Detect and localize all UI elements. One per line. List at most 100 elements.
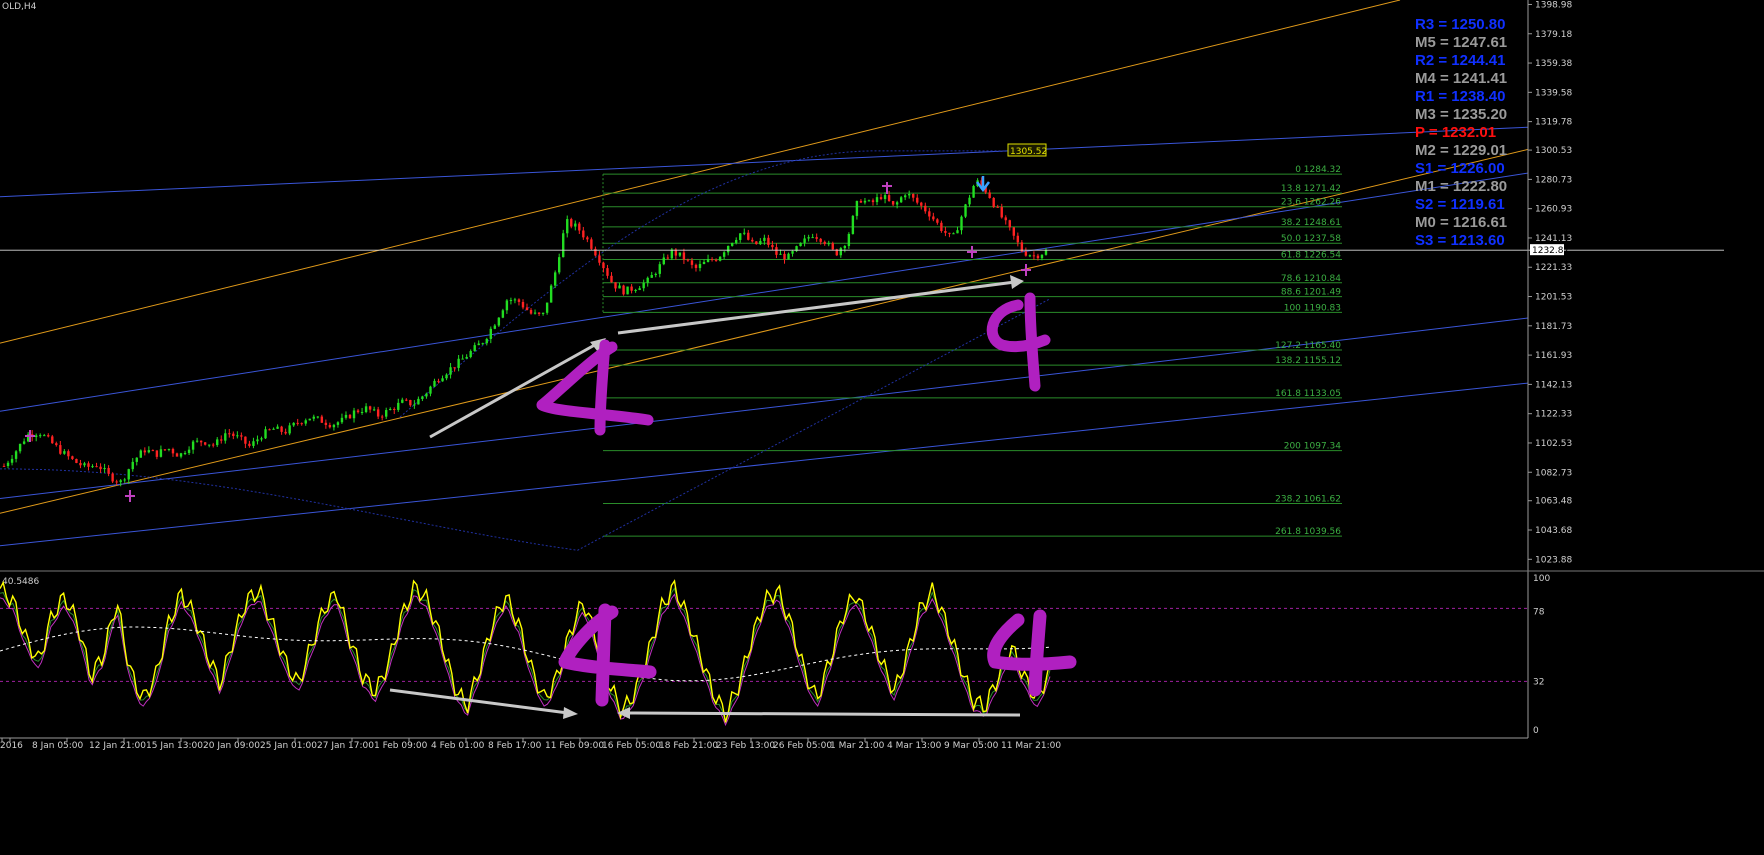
- candle: [606, 268, 609, 276]
- candle: [562, 233, 565, 258]
- candle: [908, 194, 911, 196]
- chart-background: [0, 0, 1764, 851]
- candle: [481, 343, 484, 345]
- candle: [268, 429, 271, 431]
- pivot-label: M2 = 1229.01: [1415, 142, 1507, 159]
- candle: [839, 248, 843, 256]
- candle: [187, 449, 191, 453]
- candle: [429, 386, 432, 394]
- candle: [598, 255, 601, 263]
- candle: [203, 442, 207, 445]
- candle: [115, 481, 118, 483]
- candle: [389, 408, 392, 411]
- candle: [557, 257, 561, 273]
- candle: [63, 451, 66, 454]
- candle: [87, 463, 90, 467]
- candle: [996, 206, 999, 208]
- candle: [815, 237, 818, 239]
- fib-label: 0 1284.32: [1295, 165, 1341, 175]
- candle: [103, 467, 106, 470]
- fib-label: 38.2 1248.61: [1281, 218, 1341, 228]
- candle: [1028, 255, 1032, 257]
- price-tick-label: 1379.18: [1535, 30, 1572, 40]
- candle: [529, 309, 533, 314]
- candle: [827, 243, 830, 245]
- price-tick-label: 1122.33: [1535, 410, 1572, 420]
- candle: [928, 211, 931, 217]
- candle: [453, 367, 456, 369]
- pivot-label: M3 = 1235.20: [1415, 106, 1507, 123]
- candle: [469, 351, 472, 357]
- candle: [248, 443, 251, 446]
- candle: [590, 239, 593, 249]
- candle: [875, 197, 879, 203]
- candle: [493, 325, 497, 329]
- trading-chart[interactable]: OLD,H4 0 1284.32 13.8 1271.42 23.6 1262.26…: [0, 0, 1764, 851]
- fib-label: 23.6 1262.26: [1281, 198, 1341, 208]
- candle: [216, 439, 219, 446]
- candle: [18, 443, 22, 452]
- candle: [195, 440, 199, 442]
- candle: [401, 399, 404, 403]
- candle: [847, 233, 851, 246]
- candle: [151, 450, 155, 452]
- candle: [324, 422, 328, 426]
- candle: [622, 285, 625, 295]
- candle: [75, 458, 78, 463]
- time-tick-label: 4 Feb 01:00: [431, 741, 485, 751]
- chart-root: OLD,H4 0 1284.32 13.8 1271.42 23.6 1262.26…: [0, 0, 1764, 851]
- candle: [409, 399, 412, 406]
- candle: [284, 431, 287, 434]
- candle: [871, 200, 875, 203]
- candle: [879, 197, 883, 200]
- time-tick-label: 15 Jan 13:00: [146, 741, 203, 751]
- candle: [43, 435, 46, 437]
- price-tick-label: 1339.58: [1535, 88, 1572, 98]
- candle: [417, 398, 420, 405]
- fib-label: 261.8 1039.56: [1275, 527, 1341, 537]
- candle: [332, 424, 336, 428]
- pivot-label: S2 = 1219.61: [1415, 196, 1505, 213]
- candle: [51, 436, 54, 444]
- candle: [662, 257, 665, 265]
- candle: [497, 317, 501, 326]
- candle: [513, 299, 517, 301]
- price-tick-label: 1161.93: [1535, 351, 1572, 361]
- candle: [10, 458, 14, 463]
- candle: [22, 441, 26, 444]
- candle: [413, 404, 416, 406]
- candle: [936, 219, 939, 223]
- candle: [135, 457, 138, 462]
- candle: [855, 200, 859, 216]
- candle: [726, 245, 730, 253]
- candle: [352, 410, 356, 419]
- candle: [139, 450, 142, 458]
- candle: [988, 192, 991, 199]
- candle: [2, 465, 6, 467]
- candle: [256, 439, 259, 442]
- candle: [264, 429, 267, 439]
- price-tick-label: 1221.33: [1535, 263, 1572, 273]
- candle: [437, 380, 440, 382]
- candle: [505, 300, 509, 311]
- candle: [59, 445, 62, 454]
- candle: [441, 378, 444, 382]
- fib-label: 50.0 1237.58: [1281, 234, 1341, 244]
- candle: [521, 301, 525, 308]
- candle: [47, 435, 50, 437]
- candle: [212, 444, 215, 446]
- candle: [171, 448, 175, 454]
- candle: [489, 328, 493, 339]
- price-tick-label: 1300.53: [1535, 146, 1572, 156]
- price-tick-label: 1102.53: [1535, 439, 1572, 449]
- candle: [260, 438, 263, 440]
- candle: [566, 219, 569, 234]
- candle: [811, 237, 814, 239]
- pivot-label: M4 = 1241.41: [1415, 70, 1507, 87]
- candle: [843, 245, 847, 249]
- candle: [348, 414, 352, 419]
- candle: [397, 402, 400, 410]
- candle: [779, 253, 782, 255]
- candle: [99, 466, 102, 470]
- candle: [646, 277, 649, 283]
